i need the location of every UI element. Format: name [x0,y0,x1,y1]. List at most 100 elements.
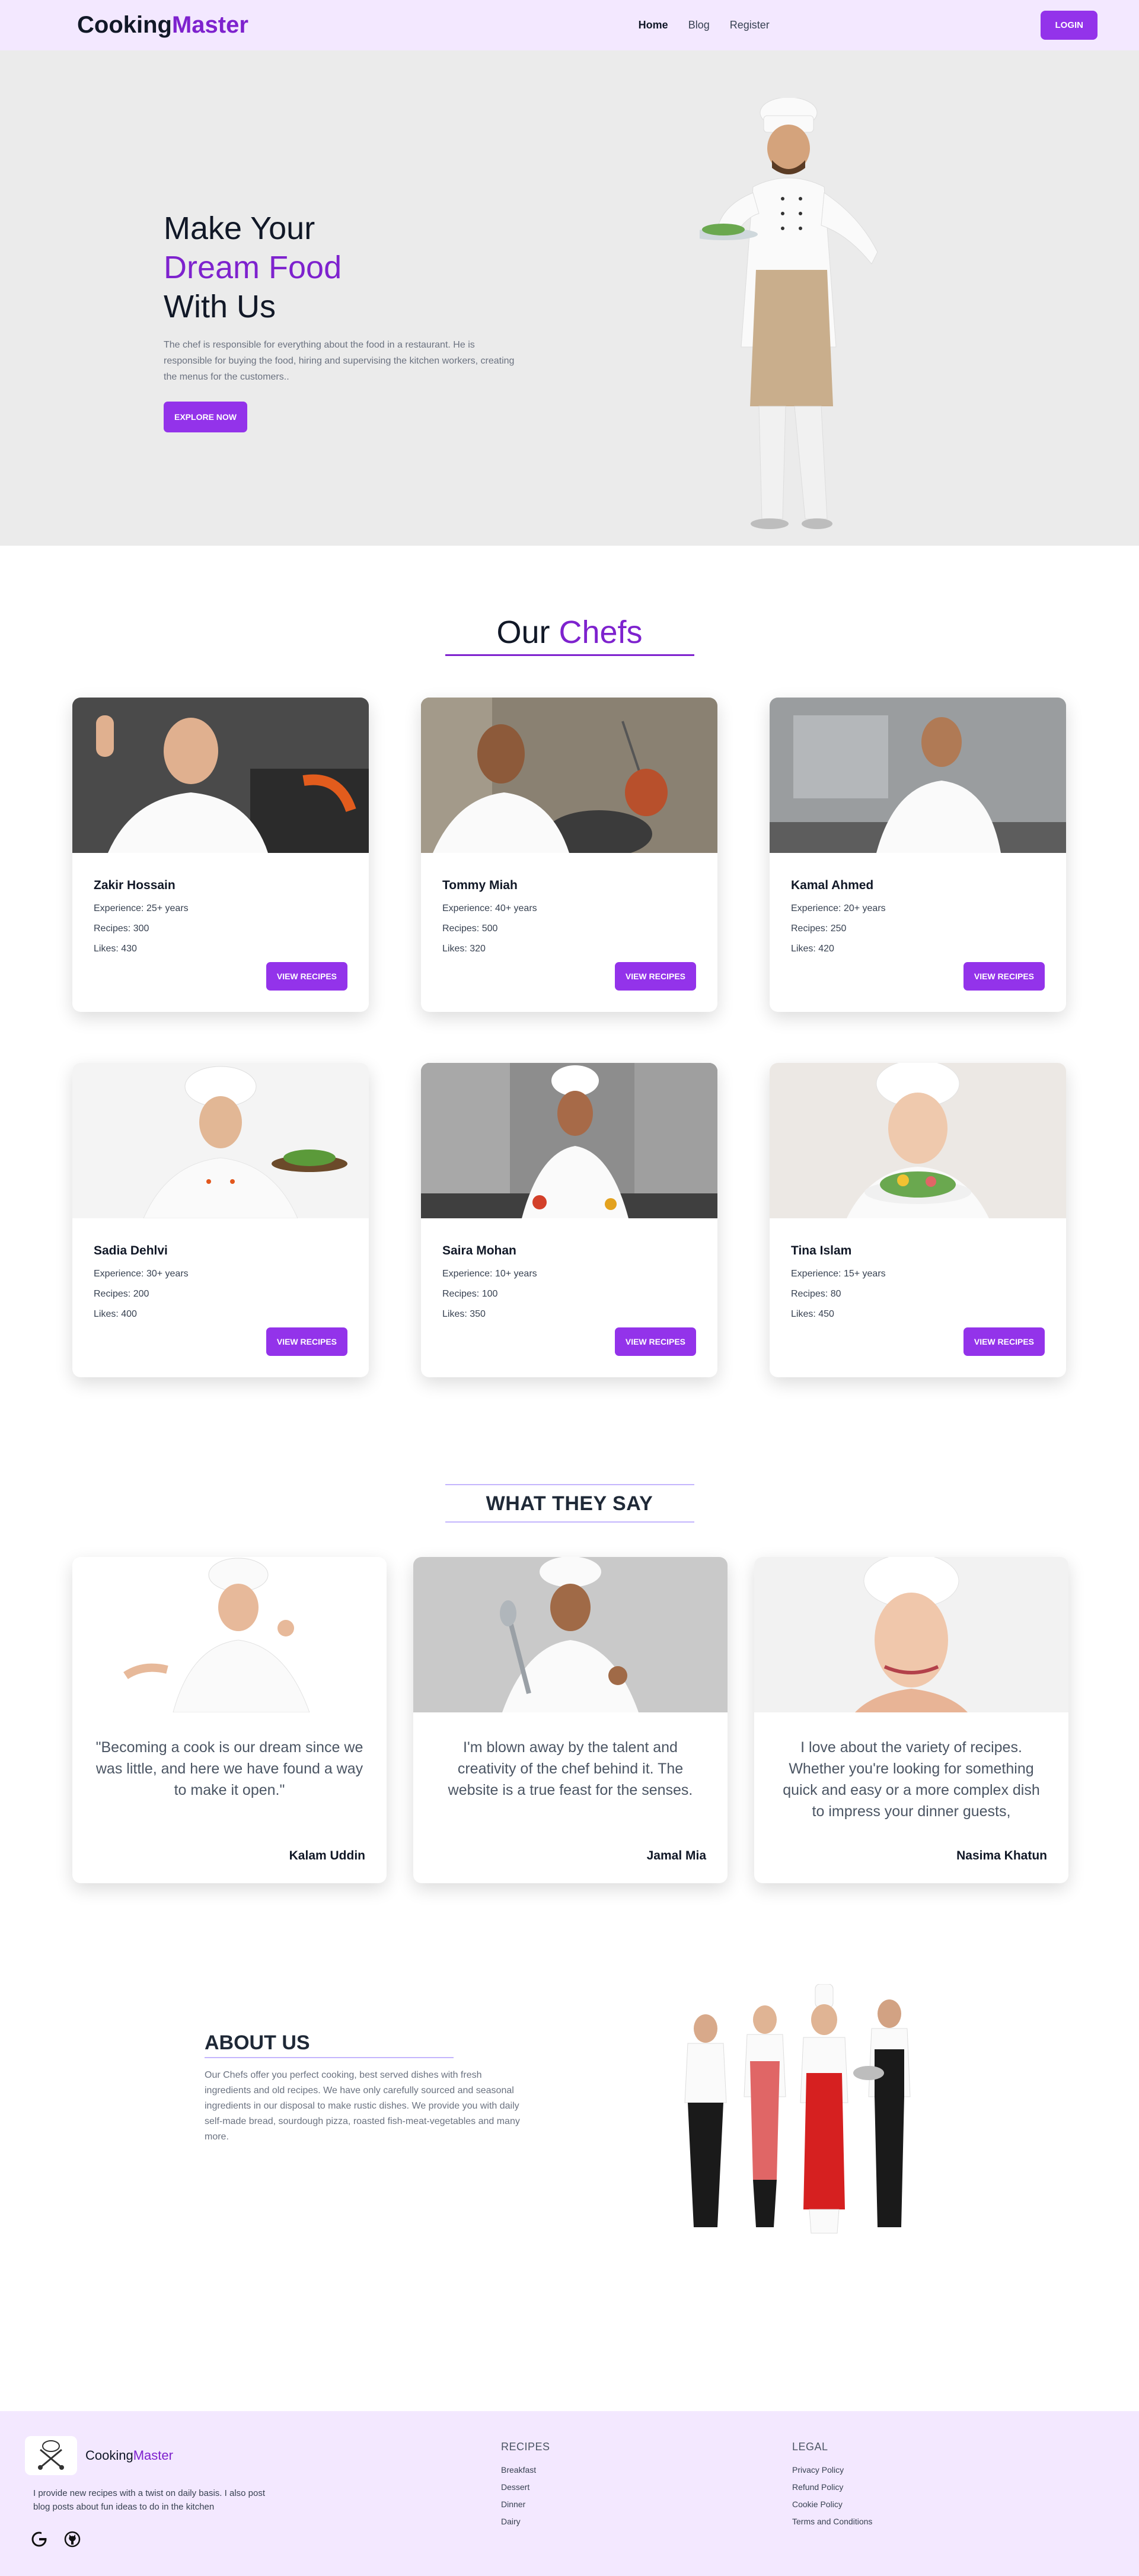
footer-link-cookie[interactable]: Cookie Policy [792,2499,872,2509]
nav-links: Home Blog Register [639,19,770,31]
chef-photo [72,698,369,853]
chef-card: Tommy Miah Experience: 40+ years Recipes… [421,698,717,1012]
hero-description: The chef is responsible for everything a… [164,340,515,382]
testimonial-author: Jamal Mia [646,1849,706,1862]
footer-link-breakfast[interactable]: Breakfast [501,2465,550,2475]
testimonial-quote: I'm blown away by the talent and creativ… [448,1739,693,1798]
footer-social [28,2529,83,2550]
chef-photo [770,1063,1066,1218]
testimonial-photo [72,1557,387,1713]
chef-experience: Experience: 25+ years [94,903,189,913]
logo-main: Cooking [77,12,172,38]
nav-link-home[interactable]: Home [639,19,668,31]
chef-photo [770,698,1066,853]
footer-brand-name: CookingMaster [85,2448,173,2463]
chef-recipes: Recipes: 200 [94,1289,149,1299]
footer: CookingMaster I provide new recipes with… [0,2411,1139,2576]
hero-title: Make Your Dream Food With Us [164,209,519,326]
chefs-title-main: Our [496,614,550,650]
chef-name: Saira Mohan [442,1244,516,1257]
chef-name: Zakir Hossain [94,878,176,892]
about-text: ABOUT US Our Chefs offer you perfect coo… [205,2031,525,2145]
chef-photo [72,1063,369,1219]
chef-recipes: Recipes: 300 [94,924,149,934]
footer-logo-icon [25,2436,77,2475]
footer-link-dinner[interactable]: Dinner [501,2499,550,2509]
footer-description: I provide new recipes with a twist on da… [33,2488,266,2512]
team-image [684,1984,911,2234]
chef-card-body: Zakir Hossain Experience: 25+ years Reci… [72,856,369,954]
chef-card-body: Kamal Ahmed Experience: 20+ years Recipe… [770,856,1066,954]
chefs-section-title: Our Chefs [0,614,1139,651]
nav-link-register[interactable]: Register [730,19,770,31]
view-recipes-button[interactable]: VIEW RECIPES [266,962,347,991]
chefs-section: Our Chefs Zakir Hossain Experience: 25+ … [0,546,1139,1377]
chefs-title-accent: Chefs [559,614,643,650]
hero-title-line1: Make Your [164,211,315,246]
footer-link-terms[interactable]: Terms and Conditions [792,2517,872,2526]
chef-name: Tina Islam [791,1244,852,1257]
site-logo[interactable]: CookingMaster [77,12,248,39]
hero-title-line3: With Us [164,289,276,324]
chef-likes: Likes: 420 [791,944,834,954]
testimonial-card: I love about the variety of recipes. Whe… [754,1557,1068,1883]
chefs-title-underline [445,654,694,656]
footer-brand-accent: Master [133,2448,173,2463]
footer-recipes-title: RECIPES [501,2441,550,2453]
hero-chef-image [700,98,878,529]
chef-card-body: Sadia Dehlvi Experience: 30+ years Recip… [72,1221,369,1320]
about-title-underline [205,2057,454,2058]
chef-grid: Zakir Hossain Experience: 25+ years Reci… [72,698,1139,1377]
view-recipes-button[interactable]: VIEW RECIPES [963,962,1045,991]
testimonial-photo [754,1557,1068,1712]
chef-card: Tina Islam Experience: 15+ years Recipes… [770,1063,1066,1377]
chef-card: Zakir Hossain Experience: 25+ years Reci… [72,698,369,1012]
chef-recipes: Recipes: 100 [442,1289,498,1299]
testimonial-photo [413,1557,728,1712]
chef-name: Tommy Miah [442,878,518,892]
chef-recipes: Recipes: 80 [791,1289,841,1299]
chef-experience: Experience: 40+ years [442,903,537,913]
footer-brand[interactable]: CookingMaster [25,2436,173,2475]
chef-card-body: Saira Mohan Experience: 10+ years Recipe… [421,1221,717,1320]
chef-experience: Experience: 20+ years [791,903,886,913]
testimonials-title: WHAT THEY SAY [486,1492,653,1515]
chef-card-body: Tina Islam Experience: 15+ years Recipes… [770,1221,1066,1320]
testimonial-quote: I love about the variety of recipes. Whe… [783,1739,1040,1820]
nav-link-blog[interactable]: Blog [688,19,710,31]
explore-now-button[interactable]: EXPLORE NOW [164,402,248,432]
footer-brand-main: Cooking [85,2448,133,2463]
chef-card: Saira Mohan Experience: 10+ years Recipe… [421,1063,717,1377]
view-recipes-button[interactable]: VIEW RECIPES [614,1327,696,1356]
chef-recipes: Recipes: 500 [442,924,498,934]
google-icon[interactable] [28,2529,50,2550]
footer-link-dairy[interactable]: Dairy [501,2517,550,2526]
view-recipes-button[interactable]: VIEW RECIPES [266,1327,347,1356]
about-title: ABOUT US [205,2031,310,2054]
view-recipes-button[interactable]: VIEW RECIPES [614,962,696,991]
chef-experience: Experience: 30+ years [94,1269,189,1279]
chef-photo [421,1063,717,1218]
hero-text: Make Your Dream Food With Us The chef is… [164,209,519,432]
chef-name: Sadia Dehlvi [94,1244,168,1257]
chef-card: Sadia Dehlvi Experience: 30+ years Recip… [72,1063,369,1377]
footer-link-dessert[interactable]: Dessert [501,2482,550,2492]
testimonials-section: WHAT THEY SAY "Becoming a cook is our dr… [0,1377,1139,1883]
testimonial-author: Kalam Uddin [289,1849,365,1862]
chef-likes: Likes: 350 [442,1309,486,1319]
testimonial-author: Nasima Khatun [956,1849,1047,1862]
testimonials-bottom-line [445,1521,694,1523]
chef-photo [421,698,717,858]
view-recipes-button[interactable]: VIEW RECIPES [963,1327,1045,1356]
testimonial-card: I'm blown away by the talent and creativ… [413,1557,728,1883]
github-icon[interactable] [62,2529,83,2550]
login-button[interactable]: LOGIN [1041,11,1097,40]
chef-card: Kamal Ahmed Experience: 20+ years Recipe… [770,698,1066,1012]
hero-section: Make Your Dream Food With Us The chef is… [0,50,1139,546]
chef-experience: Experience: 10+ years [442,1269,537,1279]
chef-likes: Likes: 430 [94,944,137,954]
footer-link-privacy[interactable]: Privacy Policy [792,2465,872,2475]
testimonial-grid: "Becoming a cook is our dream since we w… [72,1557,1139,1883]
testimonial-card: "Becoming a cook is our dream since we w… [72,1557,387,1883]
footer-link-refund[interactable]: Refund Policy [792,2482,872,2492]
